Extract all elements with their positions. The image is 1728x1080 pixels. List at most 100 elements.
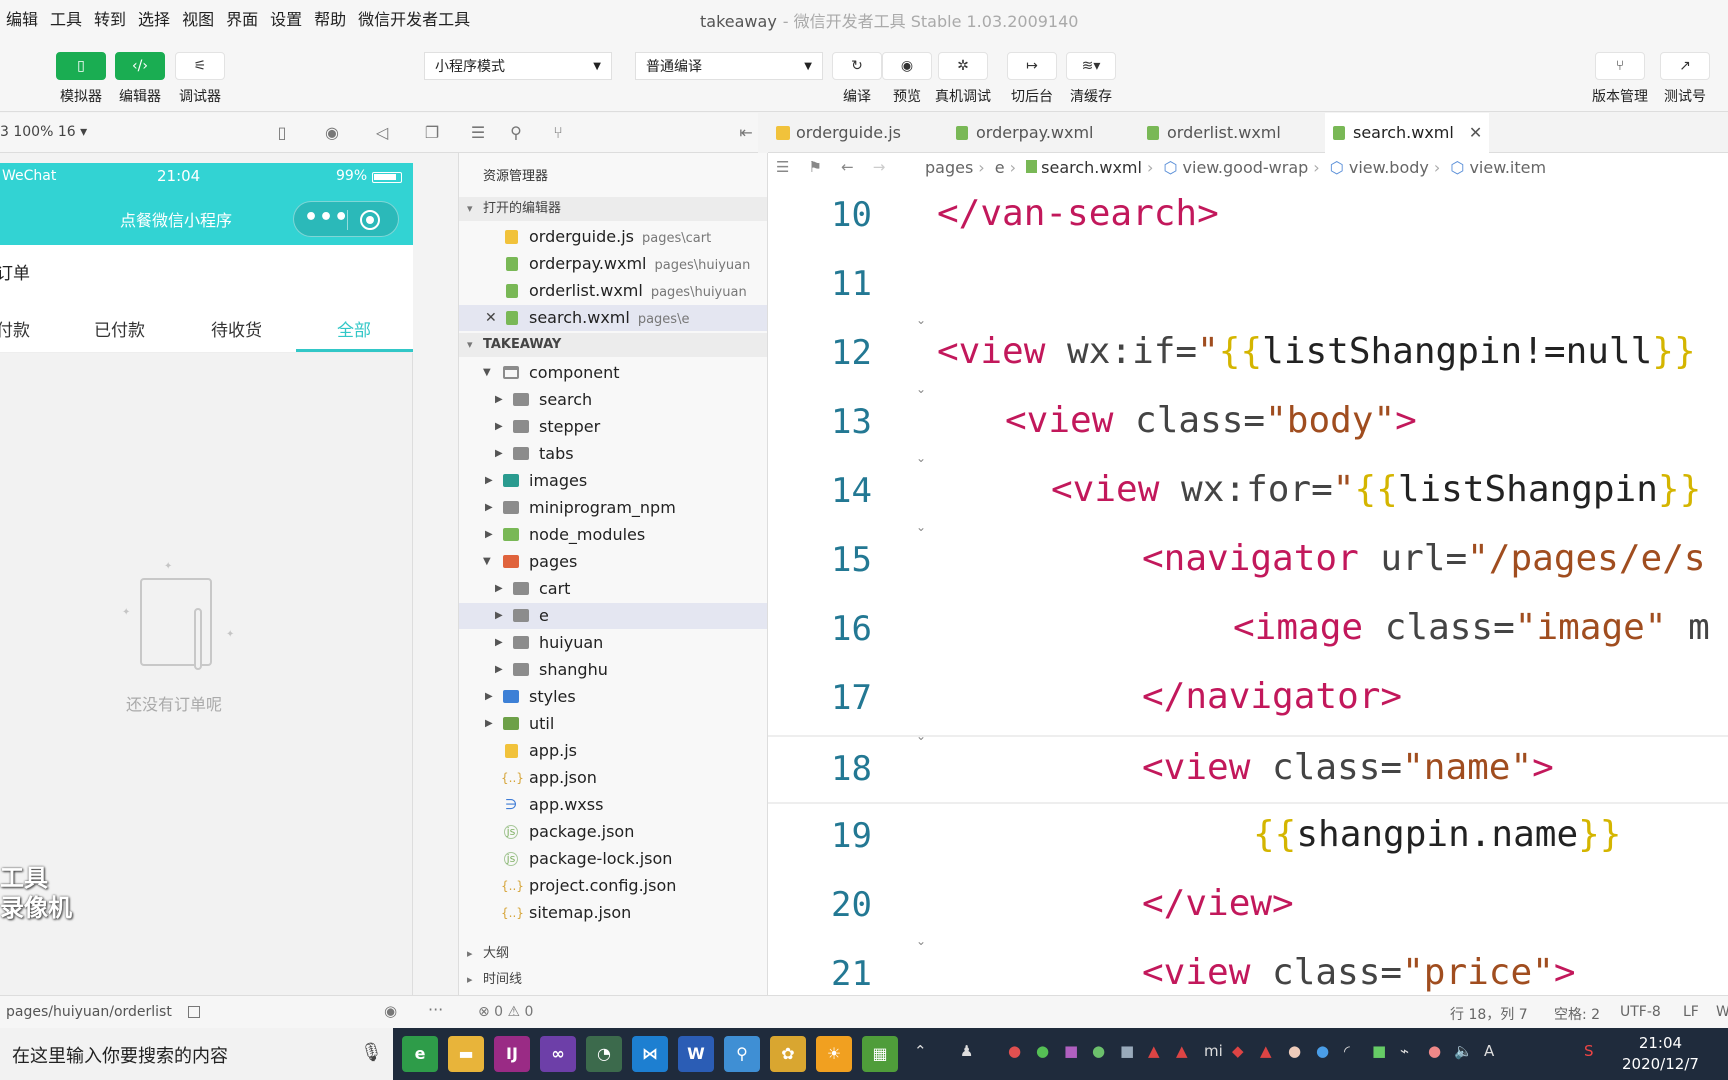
back-arrow-icon[interactable]: ←: [841, 158, 854, 176]
input-method-icon[interactable]: A: [1484, 1042, 1494, 1060]
file-encoding[interactable]: UTF-8: [1620, 1004, 1661, 1020]
chevron-down-icon[interactable]: ⌄: [916, 313, 926, 327]
capsule-menu[interactable]: •••: [293, 201, 399, 237]
outline-section-header[interactable]: 大纲: [459, 942, 767, 966]
tab-unpaid[interactable]: 付款: [0, 316, 30, 341]
breadcrumb-item[interactable]: e: [995, 158, 1005, 177]
tree-file-app-json[interactable]: {..} app.json: [459, 765, 767, 791]
search-tool-app-icon[interactable]: ⚲: [724, 1036, 760, 1072]
tree-folder-pages[interactable]: ▼ pages: [459, 549, 767, 575]
file-explorer-app-icon[interactable]: ▬: [448, 1036, 484, 1072]
close-icon[interactable]: ✕: [485, 305, 497, 331]
project-header[interactable]: TAKEAWAY: [459, 333, 767, 357]
cursor-position[interactable]: 行 18，列 7: [1450, 1004, 1528, 1024]
visual-studio-app-icon[interactable]: ∞: [540, 1036, 576, 1072]
tree-file-sitemap-json[interactable]: {..} sitemap.json: [459, 900, 767, 926]
wechat-tray-icon[interactable]: ●: [1036, 1042, 1049, 1060]
window-icon[interactable]: ❐: [422, 123, 442, 143]
chevron-down-icon[interactable]: ⌄: [916, 520, 926, 534]
timeline-section-header[interactable]: 时间线: [459, 968, 767, 992]
close-icon[interactable]: ✕: [1469, 123, 1482, 142]
wechat-devtools-app-icon[interactable]: ◔: [586, 1036, 622, 1072]
nvidia-icon[interactable]: ■: [1372, 1042, 1386, 1060]
background-button[interactable]: ↦ 切后台: [1007, 52, 1057, 106]
language-mode[interactable]: W: [1716, 1004, 1728, 1020]
editor-tab-orderlist[interactable]: orderlist.wxml: [1139, 113, 1319, 153]
tray-app-icon[interactable]: ●: [1288, 1042, 1301, 1060]
tree-folder-e[interactable]: ▶ e: [459, 603, 767, 629]
chevron-down-icon[interactable]: ⌄: [916, 934, 926, 948]
tree-folder-stepper[interactable]: ▶ stepper: [459, 414, 767, 440]
breadcrumb-item[interactable]: view.good-wrap: [1183, 158, 1309, 177]
tree-folder-images[interactable]: ▶ images: [459, 468, 767, 494]
tray-app-icon[interactable]: ▲: [1260, 1042, 1272, 1060]
more-icon[interactable]: ···: [428, 1000, 443, 1019]
breadcrumb-item[interactable]: pages: [925, 158, 973, 177]
chevron-down-icon[interactable]: ⌄: [916, 451, 926, 465]
tree-folder-tabs[interactable]: ▶ tabs: [459, 441, 767, 467]
close-target-icon[interactable]: [360, 210, 380, 230]
tray-app-icon[interactable]: ■: [1064, 1042, 1078, 1060]
list-icon[interactable]: ☰: [468, 123, 488, 143]
copy-icon[interactable]: [188, 1006, 200, 1018]
wifi-icon[interactable]: ◜: [1344, 1042, 1350, 1060]
tray-app-icon[interactable]: ▲: [1176, 1042, 1188, 1060]
indentation-setting[interactable]: 空格: 2: [1554, 1004, 1600, 1024]
tray-app-icon[interactable]: ●: [1008, 1042, 1021, 1060]
list-icon[interactable]: ☰: [776, 158, 789, 176]
menu-interface[interactable]: 界面: [220, 6, 264, 30]
device-icon[interactable]: ▯: [272, 123, 292, 143]
line-ending[interactable]: LF: [1683, 1004, 1699, 1020]
menu-devtools[interactable]: 微信开发者工具: [352, 6, 476, 30]
chevron-down-icon[interactable]: ⌄: [916, 382, 926, 396]
tree-folder-cart[interactable]: ▶ cart: [459, 576, 767, 602]
more-dots-icon[interactable]: •••: [304, 205, 349, 230]
editor-tab-orderguide[interactable]: orderguide.js: [768, 113, 940, 153]
image-viewer-app-icon[interactable]: ▦: [862, 1036, 898, 1072]
menu-help[interactable]: 帮助: [308, 6, 352, 30]
breadcrumb-item[interactable]: view.item: [1469, 158, 1546, 177]
simulator-toggle-button[interactable]: ▯ 模拟器: [56, 52, 106, 106]
tray-app-icon[interactable]: ▲: [1148, 1042, 1160, 1060]
tree-file-app-wxss[interactable]: ∋ app.wxss: [459, 792, 767, 818]
forward-arrow-icon[interactable]: →: [873, 158, 886, 176]
debugger-toggle-button[interactable]: ⚟ 调试器: [175, 52, 225, 106]
tray-app-icon[interactable]: ◆: [1232, 1042, 1244, 1060]
pet-app-icon[interactable]: ✿: [770, 1036, 806, 1072]
mi-icon[interactable]: mi: [1204, 1042, 1223, 1060]
compile-button[interactable]: ↻ 编译: [832, 52, 882, 106]
tree-file-project-config-json[interactable]: {..} project.config.json: [459, 873, 767, 899]
taskbar-clock[interactable]: 21:04 2020/12/7: [1622, 1033, 1699, 1075]
tree-folder-miniprogram-npm[interactable]: ▶ miniprogram_npm: [459, 495, 767, 521]
chevron-up-icon[interactable]: ⌃: [914, 1042, 927, 1060]
eye-icon[interactable]: ◉: [384, 1002, 397, 1020]
tray-app-icon[interactable]: ●: [1428, 1042, 1441, 1060]
chevron-down-icon[interactable]: ⌄: [916, 729, 926, 743]
compile-mode-select[interactable]: 普通编译 ▼: [635, 52, 823, 80]
microphone-icon[interactable]: 🎙: [360, 1042, 383, 1063]
breadcrumb-item[interactable]: view.body: [1349, 158, 1429, 177]
tree-folder-shanghu[interactable]: ▶ shanghu: [459, 657, 767, 683]
editor-toggle-button[interactable]: ‹/› 编辑器: [115, 52, 165, 106]
tray-app-icon[interactable]: ●: [1316, 1042, 1329, 1060]
zoom-select[interactable]: 3 100% 16 ▾: [0, 124, 87, 140]
menu-settings[interactable]: 设置: [264, 6, 308, 30]
tab-paid[interactable]: 已付款: [94, 316, 145, 341]
problems-count[interactable]: ⊗ 0 ⚠ 0: [478, 1004, 533, 1020]
version-management-button[interactable]: ⑂ 版本管理: [1592, 52, 1648, 106]
tray-app-icon[interactable]: ●: [1092, 1042, 1105, 1060]
tray-app-icon[interactable]: ■: [1120, 1042, 1134, 1060]
test-account-button[interactable]: ↗ 测试号: [1660, 52, 1710, 106]
network-icon[interactable]: ⌁: [1400, 1042, 1409, 1060]
sogou-icon[interactable]: S: [1584, 1042, 1594, 1060]
git-icon[interactable]: ⑂: [548, 123, 568, 143]
mode-select[interactable]: 小程序模式 ▼: [424, 52, 612, 80]
people-icon[interactable]: ♟: [960, 1042, 973, 1060]
tree-folder-component[interactable]: ▼ component: [459, 360, 767, 386]
tree-folder-search[interactable]: ▶ search: [459, 387, 767, 413]
sun-app-icon[interactable]: ☀: [816, 1036, 852, 1072]
menu-goto[interactable]: 转到: [88, 6, 132, 30]
taskbar-search-box[interactable]: 在这里输入你要搜索的内容 🎙: [0, 1028, 393, 1080]
tab-all[interactable]: 全部: [337, 316, 371, 341]
clear-cache-button[interactable]: ≋▾ 清缓存: [1066, 52, 1116, 106]
